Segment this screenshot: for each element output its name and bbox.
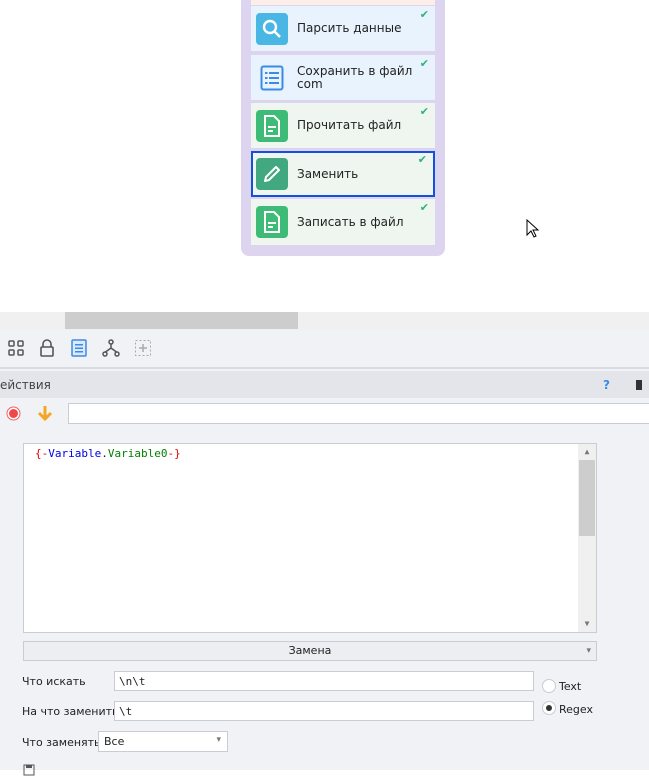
block-replace-selected[interactable]: Заменить ✔ <box>251 151 435 197</box>
block-label: Сохранить в файл com <box>297 63 413 91</box>
chevron-down-icon: ▾ <box>586 646 591 656</box>
panel-title: ействия <box>0 377 51 392</box>
vertical-scrollbar[interactable]: ▲ ▼ <box>578 444 596 632</box>
mode-dropdown[interactable]: Замена ▾ <box>23 641 597 661</box>
search-icon <box>256 12 288 45</box>
file-icon <box>256 109 288 142</box>
check-icon: ✔ <box>419 105 429 118</box>
check-icon: ✔ <box>419 8 429 21</box>
divider <box>0 367 649 369</box>
radio-regex-label: Regex <box>559 703 593 716</box>
check-icon: ✔ <box>419 201 429 214</box>
list-icon <box>256 62 288 94</box>
pin-icon[interactable] <box>636 380 642 390</box>
radio-text-label: Text <box>559 680 582 693</box>
code-token: -} <box>167 447 181 460</box>
lock-icon[interactable] <box>38 339 56 357</box>
find-label: Что искать <box>22 675 86 688</box>
check-icon: ✔ <box>419 57 429 70</box>
save-icon[interactable] <box>23 764 35 776</box>
radio-regex[interactable] <box>542 701 556 715</box>
text-input-editor[interactable]: {-Variable.Variable0-} ▲ ▼ <box>23 443 597 633</box>
scrollbar-thumb[interactable] <box>579 460 595 536</box>
radio-text[interactable] <box>542 679 556 693</box>
list-view-icon[interactable] <box>70 339 88 357</box>
chevron-down-icon: ▾ <box>216 735 221 745</box>
code-token: {- <box>35 447 49 460</box>
pencil-icon <box>256 158 288 190</box>
file-icon <box>256 206 288 238</box>
check-icon: ✔ <box>417 153 427 166</box>
scrollbar-thumb[interactable] <box>65 312 298 329</box>
block-label: Парсить данные <box>297 21 402 35</box>
what-replace-label: Что заменять <box>22 736 101 749</box>
replace-label: На что заменить <box>22 705 119 718</box>
grid-icon[interactable] <box>7 339 25 357</box>
tree-icon[interactable] <box>102 339 120 357</box>
record-icon[interactable] <box>6 406 21 421</box>
add-block-icon[interactable] <box>134 339 152 357</box>
arrow-down-icon[interactable] <box>37 405 53 421</box>
panel-header: ействия ? <box>0 371 649 398</box>
replace-input[interactable]: \t <box>114 701 534 721</box>
action-comment-input[interactable] <box>68 403 649 424</box>
block-write-file[interactable]: Записать в файл ✔ <box>251 199 435 245</box>
block-label: Записать в файл <box>297 214 404 229</box>
mode-value: Замена <box>288 644 332 657</box>
mouse-cursor-icon <box>526 219 540 238</box>
find-input[interactable]: \n\t <box>114 671 534 691</box>
block-save-file[interactable]: Сохранить в файл com ✔ <box>251 55 435 101</box>
what-replace-value: Все <box>104 735 125 748</box>
previous-block-edge[interactable] <box>251 0 435 5</box>
block-label: Заменить <box>297 166 359 181</box>
block-parse-data[interactable]: Парсить данные ✔ <box>251 6 435 52</box>
code-token: . <box>101 447 108 460</box>
help-button[interactable]: ? <box>603 378 610 392</box>
code-token: Variable0 <box>107 447 168 460</box>
what-replace-dropdown[interactable]: Все ▾ <box>98 731 228 752</box>
block-read-file[interactable]: Прочитать файл ✔ <box>251 103 435 149</box>
block-label: Прочитать файл <box>297 118 402 132</box>
code-token: Variable <box>48 447 102 460</box>
